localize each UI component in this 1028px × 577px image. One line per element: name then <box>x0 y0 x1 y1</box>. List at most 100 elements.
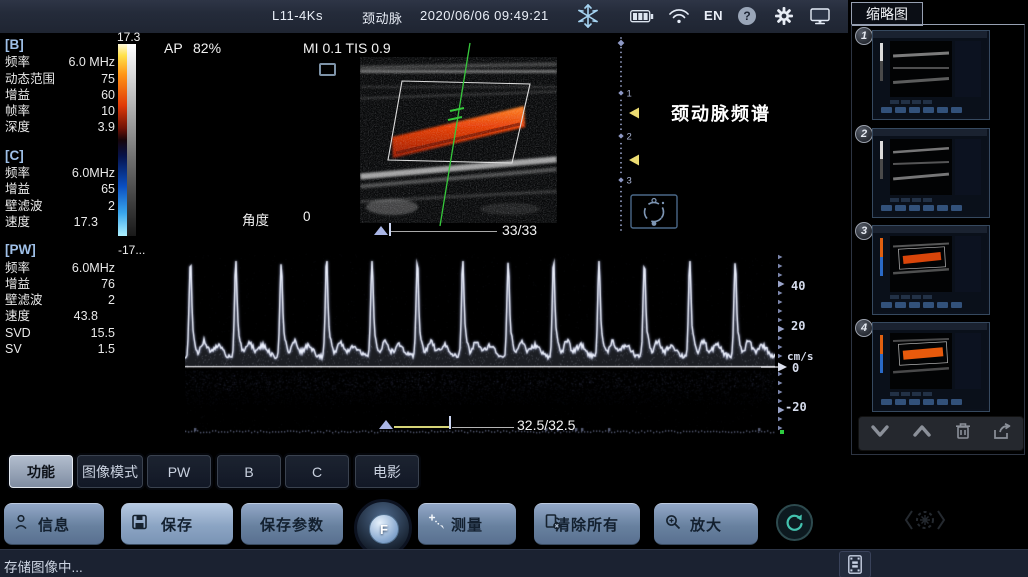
thumbnail-panel-tab[interactable]: 缩略图 <box>851 2 923 26</box>
acoustic-power-value: 82% <box>193 40 221 56</box>
param-row: SVD15.5 <box>5 325 115 341</box>
exam-preset: 颈动脉 <box>362 8 403 27</box>
page-down-icon[interactable] <box>870 424 890 443</box>
save-params-button[interactable]: 保存参数 <box>241 503 343 545</box>
svg-text:1: 1 <box>627 89 632 100</box>
top-bar: L11-4Ks 颈动脉 2020/06/06 09:49:21 <box>0 0 848 33</box>
cine-scrubber-triangle[interactable] <box>374 226 388 235</box>
param-row: 壁滤波2 <box>5 198 115 214</box>
thumbnail-number: 2 <box>855 125 873 143</box>
probe-model: L11-4Ks <box>272 8 323 23</box>
svg-text:2: 2 <box>627 132 632 143</box>
scale-label-neg20: -20 <box>785 400 807 414</box>
thumbnail-number: 4 <box>855 319 873 337</box>
language-toggle[interactable]: EN <box>704 8 723 23</box>
tab-pw[interactable]: PW <box>147 455 211 488</box>
measure-button[interactable]: 测量 <box>418 503 516 545</box>
scale-unit-label: cm/s <box>787 350 814 363</box>
battery-icon <box>630 10 654 28</box>
grayscale-bar <box>127 44 136 236</box>
status-dot <box>780 430 784 434</box>
angle-value: 0 <box>303 209 311 224</box>
refresh-arrows-icon <box>784 512 805 533</box>
spectrum-scrubber-triangle[interactable] <box>379 420 393 429</box>
status-bar: 存储图像中... <box>0 549 1028 577</box>
scale-label-0: 0 <box>792 361 799 375</box>
param-row: 速度17.3 <box>5 214 115 230</box>
frame-indicator-icon <box>319 63 336 76</box>
floppy-save-icon <box>132 515 147 534</box>
zoom-button[interactable]: 放大 <box>654 503 758 545</box>
cine-scrubber-marker[interactable] <box>389 223 391 236</box>
spectrum-position-readout: 32.5/32.5 <box>517 417 575 433</box>
cine-film-button[interactable] <box>839 551 871 577</box>
angle-label: 角度 <box>242 209 269 229</box>
thumbnail-number: 3 <box>855 222 873 240</box>
tab-function[interactable]: 功能 <box>9 455 73 488</box>
datetime: 2020/06/06 09:49:21 <box>420 8 549 23</box>
param-row: 频率6.0MHz <box>5 260 115 276</box>
info-button[interactable]: 信息 <box>4 503 104 545</box>
spectrum-scrubber-range[interactable] <box>394 426 450 428</box>
caliper-measure-icon <box>429 514 445 534</box>
svg-text:3: 3 <box>627 176 632 187</box>
param-row: 深度3.9 <box>5 119 115 135</box>
cine-scrubber-track[interactable] <box>391 231 497 232</box>
inactive-control-icon <box>902 505 948 540</box>
thumbnail-1[interactable] <box>872 30 990 120</box>
monitor-icon[interactable] <box>810 8 830 30</box>
f-dial-center[interactable]: F <box>369 514 399 544</box>
pw-mode-header: [PW] <box>5 242 115 258</box>
freeze-snowflake-icon[interactable] <box>576 3 600 34</box>
tab-b[interactable]: B <box>217 455 281 488</box>
thumbnail-4[interactable] <box>872 322 990 412</box>
clear-page-icon <box>545 514 561 534</box>
scale-label-40: 40 <box>791 279 805 293</box>
thumbnail-toolbar <box>858 416 1024 451</box>
status-message: 存储图像中... <box>4 556 83 576</box>
color-flow-bar <box>118 44 127 236</box>
delete-trash-icon[interactable] <box>955 422 971 445</box>
image-annotation-text: 颈动脉频谱 <box>671 100 771 126</box>
param-row: 增益76 <box>5 276 115 292</box>
param-row: 壁滤波2 <box>5 292 115 308</box>
scale-label-20: 20 <box>791 319 805 333</box>
page-up-icon[interactable] <box>912 424 932 443</box>
b-mode-header: [B] <box>5 37 115 53</box>
help-icon[interactable]: ? <box>738 7 756 25</box>
c-mode-header: [C] <box>5 148 115 164</box>
ultrasound-screen: L11-4Ks 颈动脉 2020/06/06 09:49:21 <box>0 0 1028 577</box>
probe-orientation-icon[interactable] <box>630 194 678 234</box>
spectrum-scrubber-marker[interactable] <box>449 416 451 429</box>
tab-c[interactable]: C <box>285 455 349 488</box>
thumbnail-3[interactable] <box>872 225 990 315</box>
thumbnail-2[interactable] <box>872 128 990 218</box>
save-button[interactable]: 保存 <box>121 503 233 545</box>
spectrum-scrubber-track[interactable] <box>452 427 514 428</box>
thumbnail-number: 1 <box>855 27 873 45</box>
tab-cine[interactable]: 电影 <box>355 455 419 488</box>
settings-gear-icon[interactable] <box>774 6 794 31</box>
person-icon <box>15 515 27 534</box>
param-row: 增益60 <box>5 87 115 103</box>
wifi-icon <box>668 8 690 29</box>
velocity-colorbar <box>118 44 136 236</box>
param-row: 频率6.0 MHz <box>5 54 115 70</box>
mi-tis-readout: MI 0.1 TIS 0.9 <box>303 40 391 56</box>
parameter-panel: [B] 频率6.0 MHz 动态范围75 增益60 帧率10 深度3.9 [C]… <box>5 35 115 357</box>
magnifier-plus-icon <box>665 514 681 534</box>
bmode-image[interactable] <box>360 57 557 223</box>
acoustic-power-label: AP <box>164 40 183 56</box>
tab-image-mode[interactable]: 图像模式 <box>77 455 143 488</box>
param-row: 帧率10 <box>5 103 115 119</box>
colorbar-max-label: 17.3 <box>117 30 140 44</box>
param-row: SV1.5 <box>5 341 115 357</box>
colorbar-min-label: -17... <box>118 243 145 257</box>
export-icon[interactable] <box>993 423 1012 445</box>
cine-frame-counter: 33/33 <box>502 222 537 238</box>
refresh-button[interactable] <box>776 504 813 541</box>
param-row: 速度43.8 <box>5 308 115 324</box>
clear-all-button[interactable]: 清除所有 <box>534 503 640 545</box>
param-row: 动态范围75 <box>5 71 115 87</box>
film-strip-icon <box>848 555 862 574</box>
